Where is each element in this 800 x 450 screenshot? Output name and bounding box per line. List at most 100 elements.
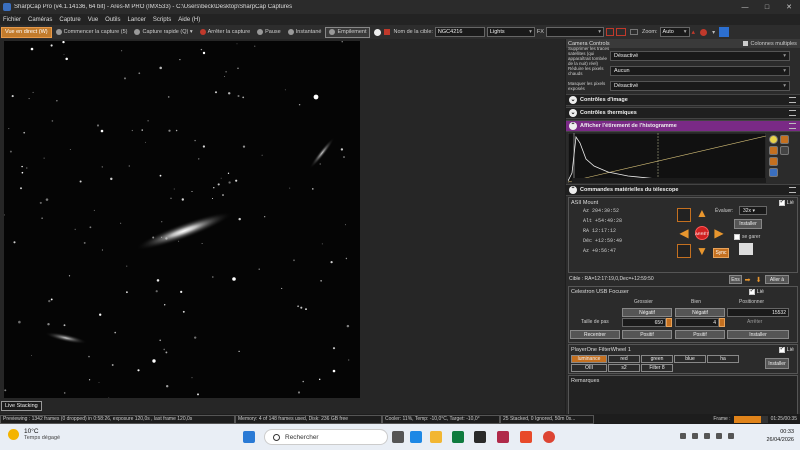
sharpcap-taskbar-icon[interactable] — [497, 431, 509, 443]
image-viewport[interactable] — [0, 39, 565, 400]
app-icon[interactable] — [520, 431, 532, 443]
battery-icon[interactable] — [728, 433, 734, 439]
weather-widget[interactable]: 10°C Temps dégagé — [8, 428, 60, 441]
focuser-install-button[interactable]: Installer — [727, 330, 789, 339]
menu-scripts[interactable]: Scripts — [153, 17, 171, 23]
hot-pixel-select[interactable]: Aucun — [610, 65, 790, 76]
zoom-select[interactable]: Auto — [659, 27, 690, 37]
settings-icon[interactable] — [780, 146, 789, 155]
menu-capture[interactable]: Capture — [59, 17, 80, 23]
filter-ha[interactable]: ha — [707, 355, 739, 363]
snapshot-button[interactable]: Instantané — [285, 27, 325, 38]
menu-cameras[interactable]: Caméras — [28, 17, 52, 23]
maximize-button[interactable]: □ — [756, 4, 778, 11]
overlay-icon[interactable] — [615, 28, 626, 36]
move-south-button[interactable]: ▼ — [696, 244, 708, 258]
filterwheel-linked-checkbox[interactable] — [778, 345, 785, 353]
filter-8[interactable]: Filter 8 — [641, 364, 673, 372]
remarks-panel[interactable]: Remarques — [568, 375, 798, 414]
quick-capture-button[interactable]: Capture rapide (Q) ▾ — [131, 27, 195, 38]
ens-button[interactable]: Ens — [729, 275, 742, 284]
stacking-button[interactable]: Empilement — [325, 26, 371, 38]
move-north-button[interactable]: ▲ — [696, 206, 708, 220]
taskbar-search[interactable]: Rechercher — [264, 429, 388, 445]
histogram-icon[interactable]: ▴ — [692, 28, 696, 36]
menu-aide[interactable]: Aide (H) — [178, 17, 200, 23]
satellite-trail-select[interactable]: Désactivé — [610, 50, 790, 61]
goto-button[interactable]: Aller à — [765, 275, 789, 284]
center-target-icon[interactable] — [677, 244, 691, 258]
stepper-icon[interactable] — [666, 318, 672, 327]
slew-rate-select[interactable]: 32x ▾ — [739, 206, 767, 215]
reticle-icon[interactable] — [605, 28, 614, 36]
filter-green[interactable]: green — [641, 355, 673, 363]
close-button[interactable]: ✕ — [778, 3, 800, 11]
task-view-icon[interactable] — [392, 431, 404, 443]
mount-linked-checkbox[interactable] — [778, 198, 785, 206]
live-stacking-button[interactable]: Live Stacking — [1, 401, 42, 411]
frame-type-select[interactable]: Lights — [486, 27, 535, 37]
stepper-icon[interactable] — [719, 318, 725, 327]
coarse-step-input[interactable]: 650 — [622, 318, 666, 327]
fine-negative-button[interactable]: Négatif — [675, 308, 725, 317]
clock[interactable]: 00:33 26/04/2026 — [766, 428, 794, 444]
filterwheel-install-button[interactable]: Installer — [765, 358, 789, 369]
live-view-button[interactable]: Vue en direct (W) — [1, 26, 52, 38]
chevron-down-icon[interactable]: ▾ — [712, 29, 715, 36]
camera-app-icon[interactable] — [474, 431, 486, 443]
fine-step-input[interactable]: 4 — [675, 318, 719, 327]
coarse-negative-button[interactable]: Négatif — [622, 308, 672, 317]
arrow-right-icon[interactable]: ➡ — [743, 275, 752, 284]
menu-fichier[interactable]: Fichier — [3, 17, 21, 23]
recenter-button[interactable]: Recentrer — [570, 330, 620, 339]
menu-outils[interactable]: Outils — [105, 17, 120, 23]
reset-icon[interactable] — [769, 157, 778, 166]
start-capture-button[interactable]: Commencer la capture (5) — [53, 27, 131, 38]
histogram-section[interactable]: ⌃ Afficher l'étirement de l'histogramme — [566, 120, 800, 132]
pause-button[interactable]: Pause — [254, 27, 284, 38]
color-icon[interactable] — [700, 28, 708, 36]
move-west-button[interactable]: ◀ — [677, 226, 691, 240]
minimize-button[interactable]: — — [734, 4, 756, 11]
move-east-button[interactable]: ▶ — [712, 226, 726, 240]
filter-red[interactable]: red — [608, 355, 640, 363]
mount-install-button[interactable]: Installer — [734, 219, 762, 229]
filter-luminance[interactable]: luminance — [571, 355, 607, 363]
stop-capture-button[interactable]: Arrêter la capture — [197, 27, 254, 38]
sync-button[interactable]: Sync — [713, 248, 729, 258]
auto-stretch-icon[interactable] — [769, 146, 778, 155]
chrome-icon[interactable] — [543, 431, 555, 443]
focuser-linked-checkbox[interactable] — [748, 287, 755, 295]
focuser-stop-button[interactable]: Arrêter — [747, 319, 762, 325]
telescope-section[interactable]: ⌃ Commandes matérielles du télescope — [566, 184, 800, 196]
compass-icon[interactable] — [739, 243, 753, 255]
fx-select[interactable] — [545, 27, 604, 37]
info-icon[interactable] — [769, 135, 778, 144]
arrow-down-icon[interactable]: ⬇ — [754, 275, 763, 284]
mask-pixels-select[interactable]: Désactivé — [610, 80, 790, 91]
edge-icon[interactable] — [410, 431, 422, 443]
chevron-down-icon[interactable]: ▾ — [188, 29, 193, 35]
zoom-fit-icon[interactable] — [780, 135, 789, 144]
target-name-input[interactable]: NGC4216 — [434, 27, 485, 37]
excel-icon[interactable] — [452, 431, 464, 443]
wifi-icon[interactable] — [704, 433, 710, 439]
menu-lancer[interactable]: Lancer — [128, 17, 146, 23]
spiral-search-icon[interactable] — [677, 208, 691, 222]
image-controls-section[interactable]: ⌄ Contrôles d'image — [566, 94, 800, 106]
coarse-positive-button[interactable]: Positif — [622, 330, 672, 339]
filter-s2[interactable]: s2 — [608, 364, 640, 372]
thermal-controls-section[interactable]: ⌄ Contrôles thermiques — [566, 107, 800, 119]
menu-vue[interactable]: Vue — [88, 17, 98, 23]
multi-columns-toggle[interactable]: Colonnes multiples — [743, 41, 800, 47]
filter-oiii[interactable]: OIII — [571, 364, 607, 372]
volume-icon[interactable] — [716, 433, 722, 439]
chevron-up-icon[interactable] — [680, 433, 686, 439]
frame-icon[interactable] — [629, 29, 638, 35]
stop-button[interactable]: ARRÊT — [695, 226, 709, 240]
menu-icon[interactable] — [789, 187, 796, 193]
save-icon[interactable] — [769, 168, 778, 177]
file-explorer-icon[interactable] — [430, 431, 442, 443]
menu-icon[interactable] — [789, 123, 796, 129]
fine-positive-button[interactable]: Positif — [675, 330, 725, 339]
